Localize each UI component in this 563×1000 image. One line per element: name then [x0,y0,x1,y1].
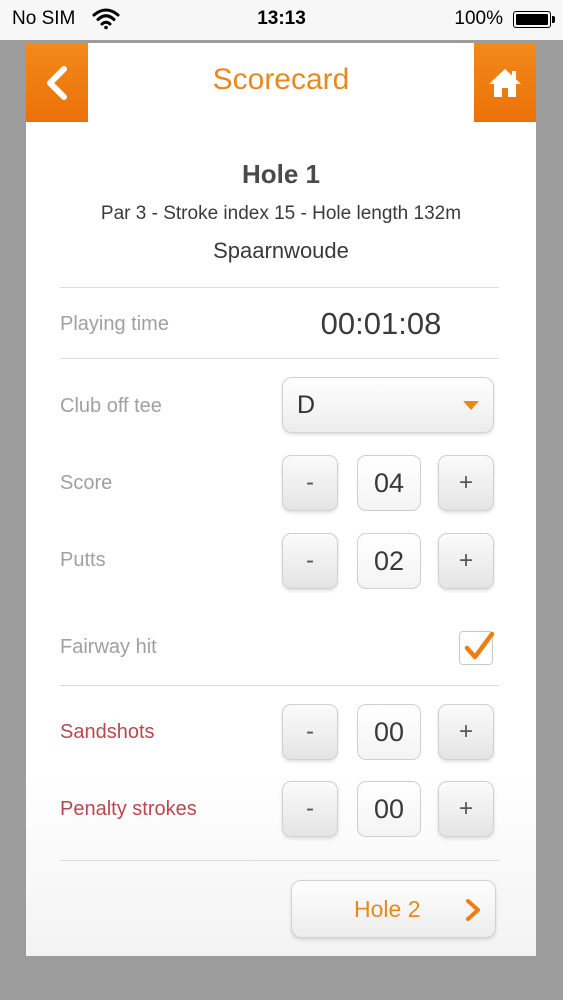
chevron-left-icon [47,65,67,100]
score-decrement-button[interactable]: - [282,455,338,511]
score-label: Score [60,472,113,494]
battery-percentage: 100% [454,8,503,29]
penalty-strokes-increment-button[interactable]: + [438,781,494,837]
score-increment-button[interactable]: + [438,455,494,511]
hole-info: Par 3 - Stroke index 15 - Hole length 13… [100,203,462,224]
course-name: Spaarnwoude [213,238,349,263]
status-bar: No SIM 13:13 100% [0,0,563,40]
sandshots-decrement-button[interactable]: - [282,704,338,760]
next-hole-label: Hole 2 [354,896,421,922]
next-hole-button[interactable]: Hole 2 [291,880,496,938]
home-icon [489,68,521,97]
divider [60,358,499,359]
putts-increment-button[interactable]: + [438,533,494,589]
header-bar: Scorecard [26,43,536,122]
playing-time-value: 00:01:08 [320,306,442,341]
sandshots-increment-button[interactable]: + [438,704,494,760]
penalty-strokes-value: 00 [357,781,421,837]
page-title: Scorecard [212,63,350,96]
sandshots-value: 00 [357,704,421,760]
club-off-tee-select[interactable]: D [282,377,494,433]
score-value: 04 [357,455,421,511]
back-button[interactable] [26,43,88,122]
club-off-tee-value: D [297,391,316,419]
divider [60,860,499,861]
putts-value: 02 [357,533,421,589]
divider [60,287,499,288]
fairway-hit-checkbox[interactable] [459,631,495,665]
putts-label: Putts [60,549,106,571]
club-off-tee-label: Club off tee [60,395,162,417]
caret-down-icon [463,401,479,410]
penalty-strokes-label: Penalty strokes [60,798,197,820]
scorecard-panel: Scorecard Hole 1 Par 3 - Stroke index 15… [26,43,536,956]
battery-icon [513,11,555,28]
checkmark-icon [464,631,495,660]
home-button[interactable] [474,43,536,122]
playing-time-label: Playing time [60,313,169,335]
putts-decrement-button[interactable]: - [282,533,338,589]
divider [60,685,499,686]
fairway-hit-label: Fairway hit [60,636,157,658]
penalty-strokes-decrement-button[interactable]: - [282,781,338,837]
chevron-right-icon [466,899,480,921]
sandshots-label: Sandshots [60,721,155,743]
hole-title: Hole 1 [241,159,321,189]
